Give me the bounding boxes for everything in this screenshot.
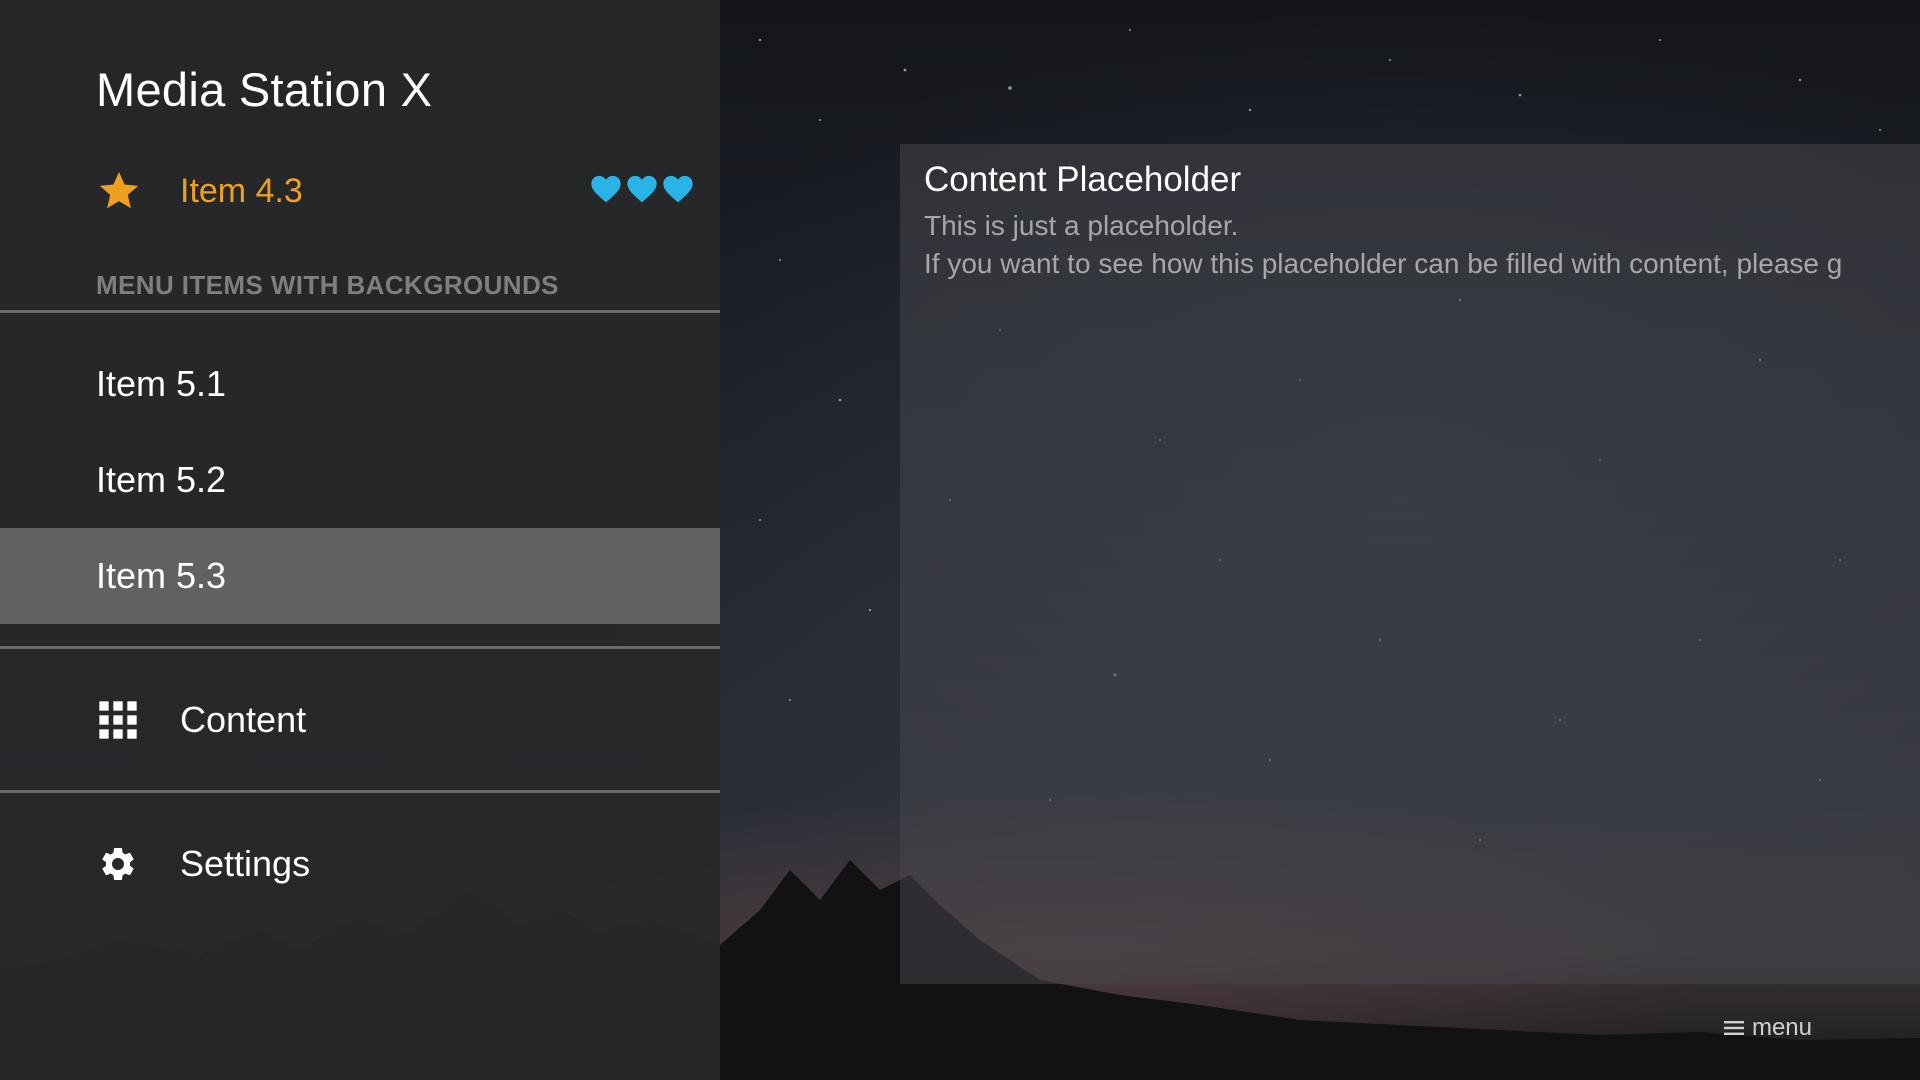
gear-icon (102, 847, 134, 880)
grid-icon (99, 701, 137, 739)
menu-item-label: Item 5.3 (96, 555, 227, 596)
heart-icon (591, 175, 621, 203)
menu-item-label: Item 5.1 (96, 363, 227, 404)
menu-hint-label: menu (1751, 1014, 1812, 1041)
content-panel: Content Placeholder This is just a place… (900, 144, 1920, 984)
content-line: If you want to see how this placeholder … (924, 248, 1843, 279)
menu-item-5-2[interactable]: Item 5.2 (0, 432, 720, 528)
focus-item-label: Item 4.3 (180, 172, 303, 210)
section-divider (0, 646, 720, 649)
app-title: Media Station X (96, 63, 433, 116)
nav-item-content[interactable]: Content (0, 650, 720, 790)
nav-item-label: Content (180, 699, 307, 740)
nav-item-label: Settings (180, 843, 311, 884)
heart-icon (663, 175, 693, 203)
content-title: Content Placeholder (924, 160, 1242, 199)
focus-item-4-3[interactable]: Item 4.3 (0, 160, 720, 222)
heart-icon (627, 175, 657, 203)
menu-item-label: Item 5.2 (96, 459, 227, 500)
nav-item-settings[interactable]: Settings (0, 794, 720, 934)
section-divider (0, 790, 720, 793)
section-header: MENU ITEMS WITH BACKGROUNDS (96, 270, 559, 300)
hamburger-icon (1723, 1021, 1744, 1035)
menu-item-5-3[interactable]: Item 5.3 (0, 528, 720, 624)
heart-badges (590, 174, 694, 204)
section-divider (0, 310, 720, 313)
menu-item-5-1[interactable]: Item 5.1 (0, 336, 720, 432)
star-icon (99, 171, 139, 209)
sidebar-menu: Media Station X Item 4.3 MENU ITEMS WITH… (0, 0, 720, 1080)
menu-hint-button[interactable]: menu (1723, 1014, 1812, 1042)
content-line: This is just a placeholder. (924, 210, 1239, 241)
